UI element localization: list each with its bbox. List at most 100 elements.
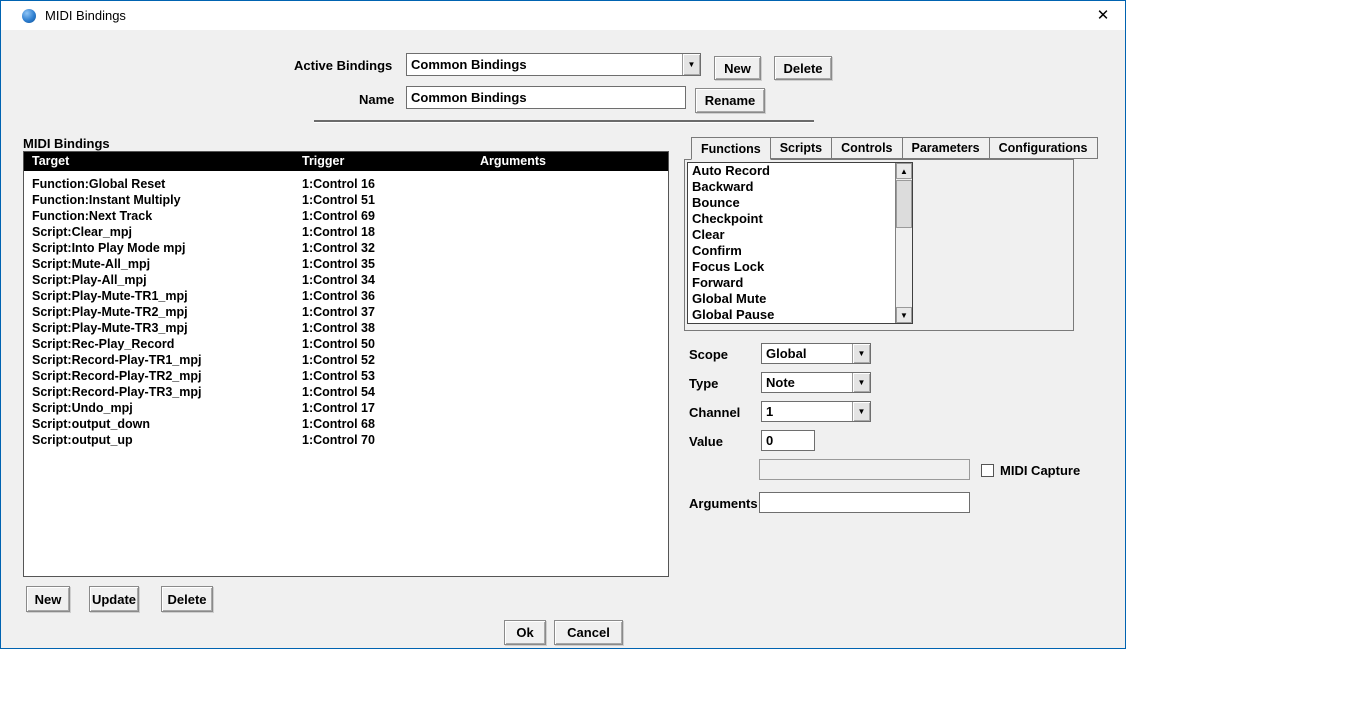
- table-row[interactable]: Script:output_up 1:Control 70: [24, 433, 668, 449]
- cell-trigger: 1:Control 32: [302, 241, 375, 255]
- list-item[interactable]: Global Mute: [688, 291, 895, 307]
- cell-target: Function:Global Reset: [32, 177, 166, 191]
- list-item[interactable]: Checkpoint: [688, 211, 895, 227]
- tab-functions[interactable]: Functions: [691, 137, 771, 160]
- column-header-target[interactable]: Target: [32, 154, 69, 168]
- list-item[interactable]: Auto Record: [688, 163, 895, 179]
- channel-label: Channel: [689, 405, 741, 420]
- ok-button[interactable]: Ok: [504, 620, 546, 645]
- list-item[interactable]: Forward: [688, 275, 895, 291]
- scope-label: Scope: [689, 347, 729, 362]
- functions-listbox[interactable]: Auto Record Backward Bounce Checkpoint Clear…: [687, 162, 913, 324]
- scrollbar-thumb[interactable]: [896, 180, 912, 228]
- active-bindings-dropdown[interactable]: Common Bindings ▼: [406, 53, 701, 76]
- list-item[interactable]: Backward: [688, 179, 895, 195]
- type-value: Note: [766, 375, 795, 390]
- table-row[interactable]: Script:Into Play Mode mpj 1:Control 32: [24, 241, 668, 257]
- tab-strip: Functions Scripts Controls Parameters Config…: [691, 137, 1098, 160]
- separator: [314, 120, 814, 122]
- tab-parameters[interactable]: Parameters: [901, 137, 990, 159]
- cell-target: Script:Record-Play-TR1_mpj: [32, 353, 202, 367]
- cell-trigger: 1:Control 70: [302, 433, 375, 447]
- name-label: Name: [359, 92, 395, 107]
- arguments-label: Arguments: [689, 496, 758, 511]
- cell-target: Function:Instant Multiply: [32, 193, 181, 207]
- functions-list: Auto Record Backward Bounce Checkpoint Clear…: [688, 163, 895, 323]
- table-row[interactable]: Script:Play-Mute-TR1_mpj 1:Control 36: [24, 289, 668, 305]
- tab-configurations[interactable]: Configurations: [988, 137, 1098, 159]
- scroll-up-icon[interactable]: ▲: [896, 163, 912, 179]
- cell-trigger: 1:Control 35: [302, 257, 375, 271]
- rename-button[interactable]: Rename: [695, 88, 765, 113]
- list-item[interactable]: Focus Lock: [688, 259, 895, 275]
- table-body: Function:Global Reset 1:Control 16 Functio…: [24, 171, 668, 449]
- titlebar[interactable]: MIDI Bindings ✕: [1, 1, 1125, 30]
- active-bindings-label: Active Bindings: [294, 58, 393, 73]
- arguments-input[interactable]: [759, 492, 970, 513]
- app-icon: [22, 9, 36, 23]
- cell-target: Script:Rec-Play_Record: [32, 337, 175, 351]
- table-row[interactable]: Script:Rec-Play_Record 1:Control 50: [24, 337, 668, 353]
- new-binding-button[interactable]: New: [26, 586, 70, 612]
- update-binding-button[interactable]: Update: [89, 586, 139, 612]
- table-row[interactable]: Function:Global Reset 1:Control 16: [24, 177, 668, 193]
- chevron-down-icon[interactable]: ▼: [852, 373, 870, 392]
- cell-trigger: 1:Control 16: [302, 177, 375, 191]
- chevron-down-icon[interactable]: ▼: [852, 402, 870, 421]
- table-row[interactable]: Script:output_down 1:Control 68: [24, 417, 668, 433]
- list-item[interactable]: Clear: [688, 227, 895, 243]
- cell-trigger: 1:Control 68: [302, 417, 375, 431]
- scope-value: Global: [766, 346, 807, 361]
- name-input[interactable]: [406, 86, 686, 109]
- active-bindings-value: Common Bindings: [411, 57, 527, 72]
- cell-trigger: 1:Control 34: [302, 273, 375, 287]
- cell-trigger: 1:Control 54: [302, 385, 375, 399]
- cell-target: Script:Play-All_mpj: [32, 273, 147, 287]
- delete-binding-button[interactable]: Delete: [161, 586, 213, 612]
- channel-dropdown[interactable]: 1 ▼: [761, 401, 871, 422]
- chevron-down-icon[interactable]: ▼: [852, 344, 870, 363]
- delete-binding-set-button[interactable]: Delete: [774, 56, 832, 80]
- bindings-table[interactable]: Target Trigger Arguments Function:Global…: [23, 151, 669, 577]
- list-item[interactable]: Confirm: [688, 243, 895, 259]
- chevron-down-icon[interactable]: ▼: [682, 54, 700, 75]
- list-item[interactable]: Bounce: [688, 195, 895, 211]
- cell-target: Script:Undo_mpj: [32, 401, 133, 415]
- list-item[interactable]: Global Pause: [688, 307, 895, 323]
- table-row[interactable]: Function:Next Track 1:Control 69: [24, 209, 668, 225]
- value-label: Value: [689, 434, 723, 449]
- table-row[interactable]: Script:Mute-All_mpj 1:Control 35: [24, 257, 668, 273]
- cell-trigger: 1:Control 53: [302, 369, 375, 383]
- table-row[interactable]: Script:Play-Mute-TR2_mpj 1:Control 37: [24, 305, 668, 321]
- table-row[interactable]: Script:Record-Play-TR3_mpj 1:Control 54: [24, 385, 668, 401]
- tab-controls[interactable]: Controls: [831, 137, 903, 159]
- cell-target: Script:Record-Play-TR3_mpj: [32, 385, 202, 399]
- value-input[interactable]: [761, 430, 815, 451]
- column-header-arguments[interactable]: Arguments: [480, 154, 546, 168]
- cell-trigger: 1:Control 18: [302, 225, 375, 239]
- cell-trigger: 1:Control 38: [302, 321, 375, 335]
- table-row[interactable]: Script:Play-All_mpj 1:Control 34: [24, 273, 668, 289]
- table-row[interactable]: Script:Play-Mute-TR3_mpj 1:Control 38: [24, 321, 668, 337]
- scrollbar[interactable]: ▲ ▼: [895, 163, 912, 323]
- midi-capture-input: [759, 459, 970, 480]
- type-label: Type: [689, 376, 719, 391]
- tab-scripts[interactable]: Scripts: [769, 137, 833, 159]
- column-header-trigger[interactable]: Trigger: [302, 154, 344, 168]
- table-row[interactable]: Function:Instant Multiply 1:Control 51: [24, 193, 668, 209]
- scope-dropdown[interactable]: Global ▼: [761, 343, 871, 364]
- close-icon[interactable]: ✕: [1093, 6, 1113, 26]
- type-dropdown[interactable]: Note ▼: [761, 372, 871, 393]
- table-row[interactable]: Script:Clear_mpj 1:Control 18: [24, 225, 668, 241]
- table-row[interactable]: Script:Record-Play-TR1_mpj 1:Control 52: [24, 353, 668, 369]
- cancel-button[interactable]: Cancel: [554, 620, 623, 645]
- table-row[interactable]: Script:Record-Play-TR2_mpj 1:Control 53: [24, 369, 668, 385]
- cell-target: Script:output_up: [32, 433, 133, 447]
- desktop: MIDI Bindings ✕ Active Bindings Common B…: [0, 0, 1366, 727]
- new-binding-set-button[interactable]: New: [714, 56, 761, 80]
- cell-target: Script:output_down: [32, 417, 151, 431]
- scroll-down-icon[interactable]: ▼: [896, 307, 912, 323]
- midi-capture-checkbox[interactable]: [981, 464, 994, 477]
- cell-target: Script:Play-Mute-TR1_mpj: [32, 289, 188, 303]
- table-row[interactable]: Script:Undo_mpj 1:Control 17: [24, 401, 668, 417]
